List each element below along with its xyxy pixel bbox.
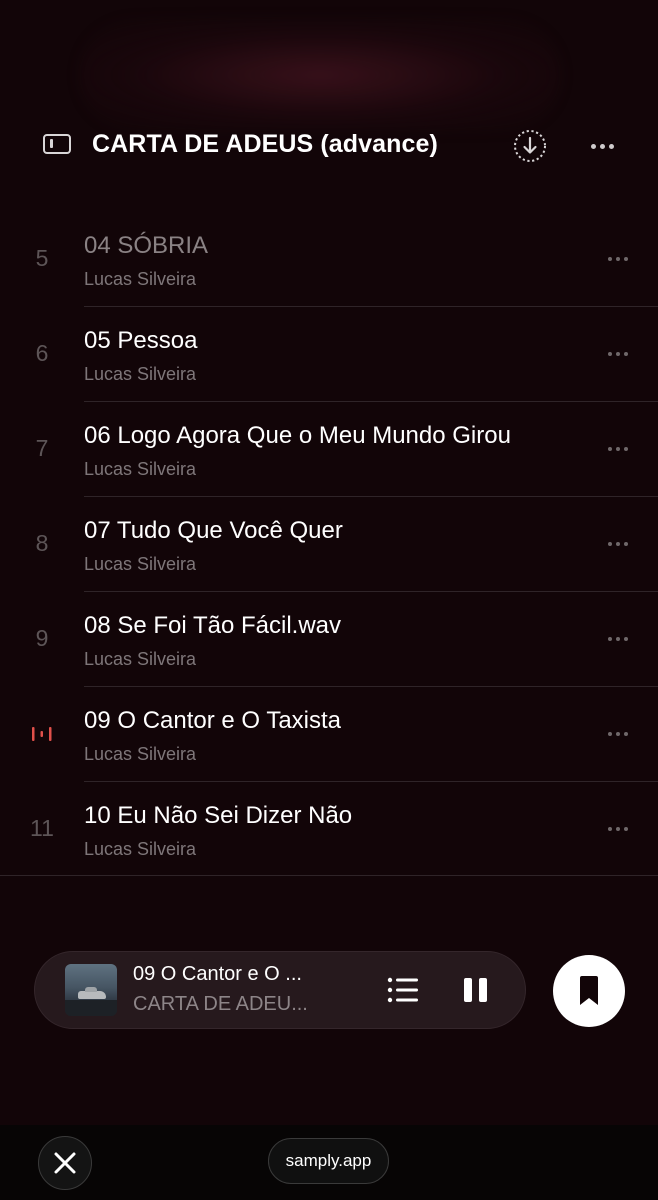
- album-artwork: [65, 964, 117, 1016]
- track-number: 11: [30, 815, 54, 841]
- track-row[interactable]: 11 10 Eu Não Sei Dizer Não Lucas Silveir…: [0, 782, 658, 877]
- more-icon: [600, 721, 636, 747]
- bookmark-button[interactable]: [553, 955, 625, 1027]
- track-artist: Lucas Silveira: [84, 649, 197, 669]
- track-number: 6: [35, 340, 49, 366]
- track-title: 10 Eu Não Sei Dizer Não: [84, 802, 353, 829]
- track-more-button[interactable]: [600, 246, 636, 272]
- track-number: 7: [35, 435, 49, 461]
- download-icon: [514, 130, 546, 162]
- more-options-button[interactable]: [585, 132, 619, 160]
- track-row[interactable]: 6 05 Pessoa Lucas Silveira: [0, 307, 658, 402]
- browser-bottom-bar: samply.app: [0, 1125, 658, 1200]
- bookmark-icon: [580, 976, 598, 1005]
- track-row[interactable]: 8 07 Tudo Que Você Quer Lucas Silveira: [0, 497, 658, 592]
- now-playing-album: CARTA DE ADEU...: [133, 993, 308, 1015]
- track-more-button[interactable]: [600, 436, 636, 462]
- url-pill[interactable]: samply.app: [268, 1138, 389, 1184]
- download-button[interactable]: [512, 128, 548, 164]
- queue-button[interactable]: [385, 973, 421, 1007]
- track-number: 8: [35, 530, 49, 556]
- track-row-playing[interactable]: 09 O Cantor e O Taxista Lucas Silveira: [0, 687, 658, 782]
- more-icon: [600, 531, 636, 557]
- track-more-button[interactable]: [600, 626, 636, 652]
- track-row[interactable]: 7 06 Logo Agora Que o Meu Mundo Girou Lu…: [0, 402, 658, 497]
- track-title: 07 Tudo Que Você Quer: [84, 517, 343, 544]
- track-title: 09 O Cantor e O Taxista: [84, 707, 342, 734]
- track-more-button[interactable]: [600, 816, 636, 842]
- playing-bars-icon: [32, 727, 52, 741]
- track-title: 04 SÓBRIA: [84, 232, 209, 259]
- track-artist: Lucas Silveira: [84, 269, 197, 289]
- close-button[interactable]: [38, 1136, 92, 1190]
- track-artist: Lucas Silveira: [84, 744, 197, 764]
- pause-icon: [464, 978, 472, 1002]
- track-artist: Lucas Silveira: [84, 459, 197, 479]
- track-number: 9: [35, 625, 49, 651]
- track-artist: Lucas Silveira: [84, 364, 197, 384]
- more-icon: [600, 341, 636, 367]
- track-more-button[interactable]: [600, 721, 636, 747]
- track-more-button[interactable]: [600, 531, 636, 557]
- track-row[interactable]: 9 08 Se Foi Tão Fácil.wav Lucas Silveira: [0, 592, 658, 687]
- track-row[interactable]: 5 04 SÓBRIA Lucas Silveira: [0, 212, 658, 307]
- track-title: 06 Logo Agora Que o Meu Mundo Girou: [84, 422, 511, 449]
- more-icon: [600, 436, 636, 462]
- pause-icon: [479, 978, 487, 1002]
- header: CARTA DE ADEUS (advance): [0, 118, 658, 174]
- track-artist: Lucas Silveira: [84, 839, 197, 859]
- track-number: 5: [35, 245, 49, 271]
- queue-list-icon: [387, 977, 418, 1003]
- more-icon: [600, 626, 636, 652]
- sidebar-toggle-icon[interactable]: [43, 134, 71, 154]
- track-more-button[interactable]: [600, 341, 636, 367]
- pause-button[interactable]: [459, 972, 493, 1008]
- track-list: 5 04 SÓBRIA Lucas Silveira 6 05 Pessoa L…: [0, 212, 658, 877]
- mini-player[interactable]: 09 O Cantor e O ... CARTA DE ADEU...: [34, 951, 526, 1029]
- more-icon: [600, 816, 636, 842]
- page-title: CARTA DE ADEUS (advance): [92, 130, 438, 158]
- track-artist: Lucas Silveira: [84, 554, 197, 574]
- header-background-glow: [80, 20, 560, 130]
- close-icon: [54, 1152, 76, 1174]
- more-icon: [600, 246, 636, 272]
- track-title: 05 Pessoa: [84, 327, 198, 354]
- now-playing-title: 09 O Cantor e O ...: [133, 963, 302, 985]
- more-icon: [585, 132, 619, 160]
- track-title: 08 Se Foi Tão Fácil.wav: [84, 612, 342, 639]
- divider: [0, 875, 658, 876]
